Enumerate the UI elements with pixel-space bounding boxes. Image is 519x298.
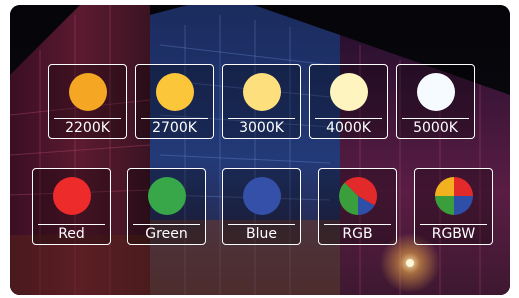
swatch-label-2700k: 2700K (152, 120, 197, 136)
swatch-2700k: 2700K (135, 64, 214, 139)
color-dot-blue (242, 177, 281, 215)
swatch-blue: Blue (222, 168, 301, 245)
swatch-5000k: 5000K (396, 64, 475, 139)
color-dot-5000k (416, 73, 455, 111)
swatch-rgbw: RGBW (414, 168, 493, 245)
swatch-label-2200k: 2200K (65, 120, 110, 136)
color-dot-4000k (329, 73, 368, 111)
swatch-label-red: Red (58, 226, 85, 242)
color-dot-rgbw (434, 177, 473, 215)
color-swatch-grid: 2200K 2700K 3000K 4000K 5000K Red Green … (10, 5, 510, 295)
swatch-label-blue: Blue (246, 226, 277, 242)
color-dot-green (147, 177, 186, 215)
color-dot-red (52, 177, 91, 215)
swatch-label-green: Green (145, 226, 188, 242)
swatch-label-3000k: 3000K (239, 120, 284, 136)
color-dot-3000k (242, 73, 281, 111)
led-color-options-panel: 2200K 2700K 3000K 4000K 5000K Red Green … (10, 5, 510, 295)
swatch-label-rgb: RGB (342, 226, 373, 242)
color-dot-2200k (68, 73, 107, 111)
swatch-label-5000k: 5000K (413, 120, 458, 136)
swatch-label-4000k: 4000K (326, 120, 371, 136)
color-dot-2700k (155, 73, 194, 111)
swatch-label-rgbw: RGBW (431, 226, 476, 242)
color-dot-rgb (338, 177, 377, 215)
swatch-red: Red (32, 168, 111, 245)
swatch-rgb: RGB (318, 168, 397, 245)
swatch-3000k: 3000K (222, 64, 301, 139)
swatch-4000k: 4000K (309, 64, 388, 139)
swatch-2200k: 2200K (48, 64, 127, 139)
swatch-green: Green (127, 168, 206, 245)
